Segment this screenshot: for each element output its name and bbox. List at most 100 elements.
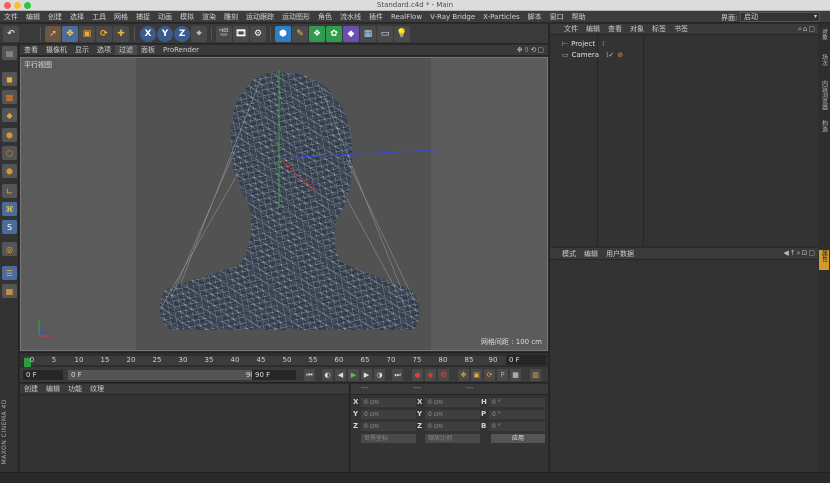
menu-edit[interactable]: 编辑 [22, 12, 44, 22]
position-z-field[interactable]: 0 cm [361, 422, 416, 431]
timeline-window-button[interactable]: ▥ [530, 369, 541, 381]
end-frame-field[interactable]: 90 F [252, 370, 296, 380]
size-y-field[interactable]: 0 cm [425, 410, 480, 419]
layout-select[interactable]: 启动 ▾ [740, 12, 820, 22]
viewport-menu-view[interactable]: 查看 [20, 45, 42, 55]
coordinate-system-button[interactable]: ⌖ [191, 26, 207, 42]
object-menu-bookmarks[interactable]: 书签 [670, 24, 692, 34]
object-menu-objects[interactable]: 对象 [626, 24, 648, 34]
keyframe-selection-button[interactable]: ❂ [438, 369, 449, 381]
side-tab-content-browser[interactable]: 内容浏览器 [819, 80, 829, 114]
undo-button[interactable]: ↶ [3, 26, 19, 42]
object-manager-tools[interactable]: ⌕⌂▢ [798, 25, 816, 34]
workplane-mode-button[interactable]: ◆ [2, 108, 17, 122]
position-x-field[interactable]: 0 cm [361, 398, 416, 407]
apply-button[interactable]: 应用 [491, 434, 545, 443]
add-cube-button[interactable]: ⬢ [275, 26, 291, 42]
menu-x-particles[interactable]: X-Particles [479, 13, 523, 21]
viewport-menu-cameras[interactable]: 摄像机 [42, 45, 71, 55]
render-view-button[interactable]: 🎬 [216, 26, 232, 42]
rotation-h-field[interactable]: 0 ° [489, 398, 545, 407]
grid-button[interactable]: ▦ [2, 284, 17, 298]
menu-mograph[interactable]: 运动图形 [278, 12, 314, 22]
menu-file[interactable]: 文件 [0, 12, 22, 22]
model-mode-button[interactable]: ◼ [2, 72, 17, 86]
add-subdivision-button[interactable]: ❖ [309, 26, 325, 42]
wireframe-bust-model[interactable] [21, 58, 548, 351]
side-tab-takes[interactable]: 场次 [819, 54, 829, 74]
add-deformer-button[interactable]: ◆ [343, 26, 359, 42]
menu-motion-tracking[interactable]: 运动跟踪 [242, 12, 278, 22]
polygons-mode-button[interactable]: ⬢ [2, 164, 17, 178]
tweak-mode-button[interactable]: ⌘ [2, 202, 17, 216]
viewport-menu-display[interactable]: 显示 [71, 45, 93, 55]
prev-frame-button[interactable]: ◀ [335, 369, 346, 381]
menu-realflow[interactable]: RealFlow [387, 13, 426, 21]
menu-help[interactable]: 帮助 [568, 12, 590, 22]
key-rotation-button[interactable]: ⟳ [484, 369, 495, 381]
menu-pipeline[interactable]: 流水线 [336, 12, 365, 22]
viewport-menu-filter[interactable]: 过滤 [115, 45, 137, 55]
layer-button[interactable]: ☰ [2, 266, 17, 280]
lock-workplane-button[interactable]: ◎ [2, 242, 17, 256]
autokey-button[interactable]: ◉ [425, 369, 436, 381]
material-menu-function[interactable]: 功能 [64, 384, 86, 394]
go-to-end-button[interactable]: ⏭ [392, 369, 403, 381]
side-tab-attributes[interactable]: 属性 [819, 250, 829, 270]
menu-sculpt[interactable]: 雕刻 [220, 12, 242, 22]
size-mode-dropdown[interactable]: 缩放比例 [425, 434, 480, 443]
prev-key-button[interactable]: ◐ [322, 369, 333, 381]
current-frame-field[interactable]: 0 F [506, 355, 546, 365]
menu-script[interactable]: 脚本 [524, 12, 546, 22]
menu-snap[interactable]: 捕捉 [132, 12, 154, 22]
x-axis-button[interactable]: X [140, 26, 156, 42]
menu-plugins[interactable]: 插件 [365, 12, 387, 22]
y-axis-button[interactable]: Y [157, 26, 173, 42]
menu-animate[interactable]: 动画 [154, 12, 176, 22]
menu-create[interactable]: 创建 [44, 12, 66, 22]
menu-window[interactable]: 窗口 [546, 12, 568, 22]
key-parameter-button[interactable]: P [497, 369, 508, 381]
menu-select[interactable]: 选择 [66, 12, 88, 22]
position-y-field[interactable]: 0 cm [361, 410, 416, 419]
viewport[interactable]: 平行视图 网格间距 : 100 cm [20, 57, 548, 351]
render-picture-viewer-button[interactable]: 🎞 [233, 26, 249, 42]
material-menu-create[interactable]: 创建 [20, 384, 42, 394]
axis-mode-button[interactable]: ∟ [2, 184, 17, 198]
scale-tool-button[interactable]: ▣ [79, 26, 95, 42]
size-x-field[interactable]: 0 cm [425, 398, 480, 407]
timeline[interactable]: 0 5 10 15 20 25 30 35 40 45 50 55 60 65 … [20, 352, 548, 368]
key-scale-button[interactable]: ▣ [471, 369, 482, 381]
add-camera-button[interactable]: ▭ [377, 26, 393, 42]
attribute-menu-user-data[interactable]: 用户数据 [602, 249, 638, 259]
object-row-project[interactable]: ⊢ Project ⁞ [562, 39, 604, 49]
attribute-menu-mode[interactable]: 模式 [558, 249, 580, 259]
render-settings-button[interactable]: ⚙ [250, 26, 266, 42]
next-key-button[interactable]: ◑ [374, 369, 385, 381]
go-to-start-button[interactable]: ⏮ [304, 369, 315, 381]
add-light-button[interactable]: 💡 [394, 26, 410, 42]
menu-render[interactable]: 渲染 [198, 12, 220, 22]
viewport-navigation-icons[interactable]: ✥⇧⟲▢ [517, 46, 545, 54]
size-z-field[interactable]: 0 cm [425, 422, 480, 431]
add-floor-button[interactable]: ▦ [360, 26, 376, 42]
z-axis-button[interactable]: Z [174, 26, 190, 42]
edges-mode-button[interactable]: ⬡ [2, 146, 17, 160]
rotate-tool-button[interactable]: ⟳ [96, 26, 112, 42]
snap-button[interactable]: S [2, 220, 17, 234]
viewport-menu-prorender[interactable]: ProRender [159, 46, 203, 54]
attribute-manager-tools[interactable]: ◀↑⌕⊡▢ [783, 249, 816, 258]
menu-tools[interactable]: 工具 [88, 12, 110, 22]
points-mode-button[interactable]: ⬢ [2, 128, 17, 142]
record-keys-button[interactable]: ● [412, 369, 423, 381]
object-menu-view[interactable]: 查看 [604, 24, 626, 34]
object-menu-file[interactable]: 文件 [560, 24, 582, 34]
menu-character[interactable]: 角色 [314, 12, 336, 22]
side-tab-objects[interactable]: 对象 [819, 28, 829, 48]
play-button[interactable]: ▶ [348, 369, 359, 381]
coordinate-space-dropdown[interactable]: 世界坐标 [361, 434, 416, 443]
add-array-button[interactable]: ✿ [326, 26, 342, 42]
material-menu-edit[interactable]: 编辑 [42, 384, 64, 394]
material-menu-texture[interactable]: 纹理 [86, 384, 108, 394]
select-tool-button[interactable]: ➚ [45, 26, 61, 42]
